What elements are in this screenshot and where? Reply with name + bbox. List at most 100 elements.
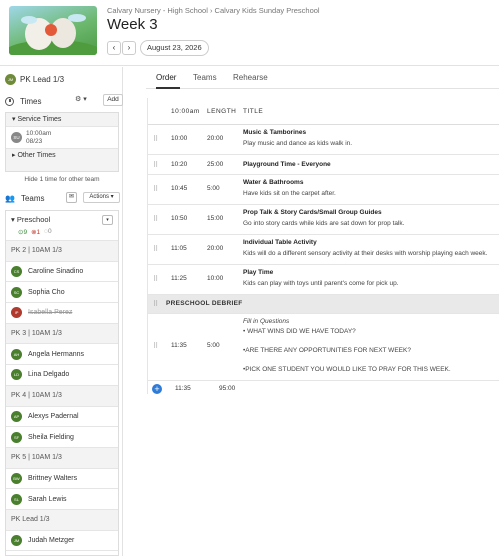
confirmed-count-value: 9: [23, 229, 28, 236]
drag-handle-icon[interactable]: ⠿: [153, 342, 158, 350]
member-name: Lina Delgado: [28, 371, 70, 379]
add-item-plus-icon[interactable]: +: [152, 384, 162, 394]
item-start-time: 11:25: [171, 275, 187, 282]
caret-right-icon: ▸: [12, 152, 16, 159]
member-row[interactable]: LD Lina Delgado: [6, 365, 118, 386]
service-time-item[interactable]: SU 10:00am 08/23: [6, 127, 118, 149]
position-row: PK 5 | 10AM 1/3: [6, 447, 118, 469]
item-length: 20:00: [207, 135, 224, 142]
email-team-button[interactable]: ✉: [66, 192, 77, 203]
item-title: Prop Talk & Story Cards/Small Group Guid…: [243, 209, 382, 216]
avatar: IP: [11, 307, 22, 319]
notes-line: •ARE THERE ANY OPPORTUNITIES FOR NEXT WE…: [243, 346, 411, 354]
declined-count: ⊗1: [31, 228, 40, 236]
start-time-header[interactable]: 10:00am: [171, 108, 200, 115]
item-start-time: 11:35: [171, 342, 187, 349]
people-icon: 👥: [5, 193, 15, 203]
item-title: Music & Tamborines: [243, 129, 307, 136]
order-footer-row: +11:35 95:00: [148, 381, 499, 398]
team-header: ▾ Preschool ▾ ⊙9 ⊗1 ◌0: [6, 211, 118, 241]
member-row[interactable]: AP Alexys Padernal: [6, 407, 118, 428]
position-row: PK Lead 1/3: [6, 509, 118, 531]
position-row: PK 4 | 10AM 1/3: [6, 385, 118, 407]
envelope-icon: ✉: [68, 194, 75, 200]
team-name: Preschool: [16, 215, 51, 224]
teams-section-header: 👥 Teams ✉ Actions ▾: [5, 192, 120, 204]
team-roster: ▾ Preschool ▾ ⊙9 ⊗1 ◌0 PK 2 | 10AM 1/3 CS…: [5, 210, 119, 556]
avatar: BW: [11, 472, 22, 484]
service-times-label: Service Times: [17, 116, 62, 123]
next-plan-button[interactable]: ›: [122, 41, 136, 55]
tab-rehearse[interactable]: Rehearse: [233, 73, 268, 82]
tab-order[interactable]: Order: [156, 73, 176, 82]
drag-handle-icon[interactable]: ⠿: [153, 275, 158, 283]
service-times-toggle[interactable]: ▾ Service Times: [6, 113, 118, 127]
order-item-row[interactable]: ⠿ 11:05 20:00 Individual Table Activity Kids…: [148, 235, 499, 265]
my-position[interactable]: JM PK Lead 1/3: [5, 74, 64, 85]
times-section-header: Times ⚙ ▾ Add: [5, 94, 123, 108]
tab-teams[interactable]: Teams: [193, 73, 217, 82]
page-title: Week 3: [107, 16, 158, 33]
plan-sidebar: JM PK Lead 1/3 Times ⚙ ▾ Add ▾ Service T…: [0, 67, 123, 556]
item-description: Kids will do a different sensory activit…: [243, 250, 488, 257]
plan-date-button[interactable]: August 23, 2026: [140, 40, 209, 56]
order-item-row[interactable]: ⠿ 10:45 5:00 Water & Bathrooms Have kids sit…: [148, 175, 499, 205]
chevron-left-icon: ‹: [112, 43, 116, 52]
declined-count-value: 1: [36, 229, 41, 236]
member-row[interactable]: BW Brittney Walters: [6, 469, 118, 490]
member-name: Isabella Perez: [28, 309, 73, 317]
item-title: Water & Bathrooms: [243, 179, 304, 186]
my-position-label: PK Lead 1/3: [20, 75, 65, 84]
team-toggle[interactable]: ▾ Preschool: [11, 215, 113, 224]
gear-icon: ⚙: [75, 96, 82, 103]
team-status-counts: ⊙9 ⊗1 ◌0: [18, 228, 113, 236]
position-row: PK 2 | 10AM 1/3: [6, 241, 118, 262]
item-start-time: 11:05: [171, 245, 187, 252]
item-start-time: 10:20: [171, 161, 188, 168]
add-time-button[interactable]: Add: [103, 94, 123, 106]
hide-times-link[interactable]: Hide 1 time for other team: [5, 176, 119, 183]
order-item-row[interactable]: ⠿ 10:20 25:00 Playground Time - Everyone: [148, 155, 499, 175]
other-times-toggle[interactable]: ▸ Other Times: [6, 149, 118, 163]
previous-plan-button[interactable]: ‹: [107, 41, 121, 55]
order-item-row[interactable]: ⠿ 10:50 15:00 Prop Talk & Story Cards/Small…: [148, 205, 499, 235]
team-select-button[interactable]: ▾: [102, 215, 113, 225]
times-settings-button[interactable]: ⚙ ▾: [75, 95, 87, 103]
drag-handle-icon[interactable]: ⠿: [153, 185, 158, 193]
item-length: 15:00: [207, 215, 224, 222]
notes-lead: Fill in Questions: [243, 318, 290, 325]
breadcrumb[interactable]: Calvary Nursery - High School › Calvary …: [107, 6, 320, 15]
member-row[interactable]: IP Isabella Perez: [6, 303, 118, 324]
section-header-title: PRESCHOOL DEBRIEF: [166, 300, 243, 307]
item-start-time: 10:50: [171, 215, 188, 222]
order-item-row[interactable]: ⠿ 11:35 5:00 Fill in Questions • WHAT WINS D…: [148, 314, 499, 381]
member-name: Brittney Walters: [28, 474, 78, 482]
times-label: Times: [20, 96, 42, 106]
actions-label: Actions: [89, 194, 109, 200]
member-row[interactable]: JM Judah Metzger: [6, 531, 118, 552]
drag-handle-icon[interactable]: ⠿: [153, 245, 158, 253]
member-row[interactable]: SC Sophia Cho: [6, 282, 118, 304]
drag-handle-icon[interactable]: ⠿: [153, 215, 158, 223]
roster-list: PK 2 | 10AM 1/3 CS Caroline Sinadino SC Soph…: [6, 241, 118, 552]
drag-handle-icon[interactable]: ⠿: [153, 300, 158, 308]
unconfirmed-count-value: 0: [48, 228, 52, 235]
member-row[interactable]: SL Sarah Lewis: [6, 489, 118, 510]
avatar: JM: [11, 534, 22, 546]
member-row[interactable]: AH Angela Hermanns: [6, 344, 118, 366]
avatar: SL: [11, 493, 22, 505]
chevron-down-icon: ▾: [110, 194, 114, 200]
drag-handle-icon[interactable]: ⠿: [153, 161, 158, 169]
drag-handle-icon[interactable]: ⠿: [153, 135, 158, 143]
chevron-right-icon: ›: [127, 43, 131, 52]
team-actions-button[interactable]: Actions ▾: [83, 192, 120, 203]
length-header: LENGTH: [207, 108, 237, 115]
item-title: Individual Table Activity: [243, 239, 317, 246]
member-row[interactable]: CS Caroline Sinadino: [6, 262, 118, 283]
member-row[interactable]: SF Sheila Fielding: [6, 427, 118, 448]
order-item-row[interactable]: ⠿ 10:00 20:00 Music & Tamborines Play music …: [148, 125, 499, 155]
order-item-row[interactable]: ⠿ 11:25 10:00 Play Time Kids can play with t…: [148, 265, 499, 295]
section-header-row[interactable]: ⠿ PRESCHOOL DEBRIEF: [148, 295, 499, 314]
avatar: AP: [11, 410, 22, 422]
clock-icon: [5, 96, 14, 106]
